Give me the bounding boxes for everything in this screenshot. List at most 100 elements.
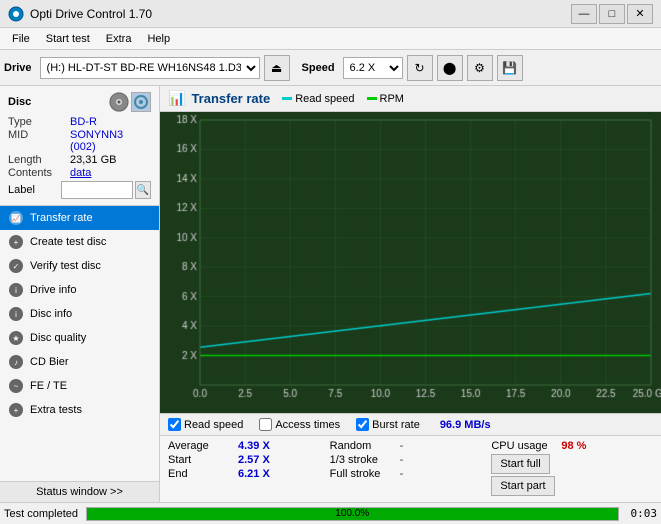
legend-read-speed-label: Read speed xyxy=(295,93,354,105)
nav-label-verify-test-disc: Verify test disc xyxy=(30,260,101,272)
menu-file[interactable]: File xyxy=(4,31,38,47)
start-full-button[interactable]: Start full xyxy=(491,454,549,474)
burst-rate-checkbox[interactable] xyxy=(356,418,369,431)
disc-type-row: Type BD-R xyxy=(8,116,151,128)
stats-random-val: - xyxy=(400,440,440,452)
transfer-rate-icon: 📈 xyxy=(8,210,24,226)
disc-info-panel: Disc Type BD-R MID SONYNN3 (002) xyxy=(0,86,159,206)
stats-end-val: 6.21 X xyxy=(238,468,278,480)
nav-label-fe-te: FE / TE xyxy=(30,380,67,392)
menu-start-test[interactable]: Start test xyxy=(38,31,98,47)
nav-item-create-test-disc[interactable]: + Create test disc xyxy=(0,230,159,254)
nav-item-extra-tests[interactable]: + Extra tests xyxy=(0,398,159,422)
window-controls: — □ ✕ xyxy=(571,4,653,24)
eject-button[interactable]: ⏏ xyxy=(264,55,290,81)
disc-label-button[interactable]: 🔍 xyxy=(135,181,151,199)
nav-item-disc-quality[interactable]: ★ Disc quality xyxy=(0,326,159,350)
nav-items: 📈 Transfer rate + Create test disc ✓ Ver… xyxy=(0,206,159,481)
start-part-button[interactable]: Start part xyxy=(491,476,554,496)
access-times-checkbox-label[interactable]: Access times xyxy=(259,418,340,431)
status-text: Test completed xyxy=(4,508,78,520)
progress-label: 100.0% xyxy=(87,508,618,520)
titlebar: Opti Drive Control 1.70 — □ ✕ xyxy=(0,0,661,28)
stats-start-key: Start xyxy=(168,454,238,466)
stats-end-key: End xyxy=(168,468,238,480)
stats-average-key: Average xyxy=(168,440,238,452)
stats-col-left: Average 4.39 X Start 2.57 X End 6.21 X xyxy=(168,440,330,498)
nav-item-disc-info[interactable]: i Disc info xyxy=(0,302,159,326)
nav-label-cd-bier: CD Bier xyxy=(30,356,69,368)
speed-select[interactable]: 6.2 X xyxy=(343,57,403,79)
burst-rate-checkbox-label[interactable]: Burst rate xyxy=(356,418,420,431)
stats-table: Average 4.39 X Start 2.57 X End 6.21 X R… xyxy=(160,435,661,502)
speed-label: Speed xyxy=(302,62,335,74)
stats-full-stroke-key: Full stroke xyxy=(330,468,400,480)
disc-label-key: Label xyxy=(8,184,61,196)
disc-contents-val[interactable]: data xyxy=(70,167,91,179)
disc-length-row: Length 23,31 GB xyxy=(8,154,151,166)
statusbar: Test completed 100.0% 0:03 xyxy=(0,502,661,524)
close-button[interactable]: ✕ xyxy=(627,4,653,24)
disc-mid-key: MID xyxy=(8,129,70,153)
maximize-button[interactable]: □ xyxy=(599,4,625,24)
disc-panel-title: Disc xyxy=(8,96,31,108)
disc-label-input[interactable] xyxy=(61,181,133,199)
drive-info-icon: i xyxy=(8,282,24,298)
legend-read-speed: Read speed xyxy=(282,93,354,105)
chart-controls: Read speed Access times Burst rate 96.9 … xyxy=(160,413,661,435)
record-button[interactable]: ⬤ xyxy=(437,55,463,81)
extra-tests-icon: + xyxy=(8,402,24,418)
nav-item-transfer-rate[interactable]: 📈 Transfer rate xyxy=(0,206,159,230)
nav-label-create-test-disc: Create test disc xyxy=(30,236,106,248)
stats-full-stroke-row: Full stroke - xyxy=(330,468,492,480)
refresh-button[interactable]: ↻ xyxy=(407,55,433,81)
disc-small-icon[interactable] xyxy=(131,92,151,112)
read-speed-checkbox-label[interactable]: Read speed xyxy=(168,418,243,431)
legend-rpm-dot xyxy=(367,97,377,100)
access-times-checkbox-text: Access times xyxy=(275,419,340,431)
disc-length-val: 23,31 GB xyxy=(70,154,116,166)
access-times-checkbox[interactable] xyxy=(259,418,272,431)
nav-label-transfer-rate: Transfer rate xyxy=(30,212,93,224)
settings-button[interactable]: ⚙ xyxy=(467,55,493,81)
stats-col-mid: Random - 1/3 stroke - Full stroke - xyxy=(330,440,492,498)
status-window-button[interactable]: Status window >> xyxy=(0,481,159,502)
nav-item-verify-test-disc[interactable]: ✓ Verify test disc xyxy=(0,254,159,278)
stats-random-key: Random xyxy=(330,440,400,452)
menu-help[interactable]: Help xyxy=(139,31,178,47)
stats-start-row: Start 2.57 X xyxy=(168,454,330,466)
nav-label-disc-info: Disc info xyxy=(30,308,72,320)
cd-bier-icon: ♪ xyxy=(8,354,24,370)
save-button[interactable]: 💾 xyxy=(497,55,523,81)
read-speed-checkbox[interactable] xyxy=(168,418,181,431)
minimize-button[interactable]: — xyxy=(571,4,597,24)
stats-start-val: 2.57 X xyxy=(238,454,278,466)
nav-item-cd-bier[interactable]: ♪ CD Bier xyxy=(0,350,159,374)
stats-stroke1-row: 1/3 stroke - xyxy=(330,454,492,466)
disc-contents-key: Contents xyxy=(8,167,70,179)
menu-extra[interactable]: Extra xyxy=(98,31,140,47)
disc-info-icon: i xyxy=(8,306,24,322)
stats-cpu-row: CPU usage 98 % xyxy=(491,440,653,452)
stats-average-val: 4.39 X xyxy=(238,440,278,452)
read-speed-checkbox-text: Read speed xyxy=(184,419,243,431)
progress-bar-container: 100.0% xyxy=(86,507,619,521)
toolbar: Drive (H:) HL-DT-ST BD-RE WH16NS48 1.D3 … xyxy=(0,50,661,86)
content-area: 📊 Transfer rate Read speed RPM Read sp xyxy=(160,86,661,502)
main-layout: Disc Type BD-R MID SONYNN3 (002) xyxy=(0,86,661,502)
disc-icon xyxy=(109,92,129,112)
disc-mid-val: SONYNN3 (002) xyxy=(70,129,151,153)
nav-label-extra-tests: Extra tests xyxy=(30,404,82,416)
disc-type-key: Type xyxy=(8,116,70,128)
stats-cpu-key: CPU usage xyxy=(491,440,561,452)
nav-item-fe-te[interactable]: ~ FE / TE xyxy=(0,374,159,398)
legend-rpm: RPM xyxy=(367,93,404,105)
nav-label-disc-quality: Disc quality xyxy=(30,332,86,344)
stats-full-stroke-val: - xyxy=(400,468,440,480)
chart-container xyxy=(160,112,661,413)
nav-item-drive-info[interactable]: i Drive info xyxy=(0,278,159,302)
transfer-rate-chart xyxy=(160,112,661,413)
nav-label-drive-info: Drive info xyxy=(30,284,76,296)
drive-select[interactable]: (H:) HL-DT-ST BD-RE WH16NS48 1.D3 xyxy=(40,57,260,79)
stats-col-right: CPU usage 98 % Start full Start part xyxy=(491,440,653,498)
